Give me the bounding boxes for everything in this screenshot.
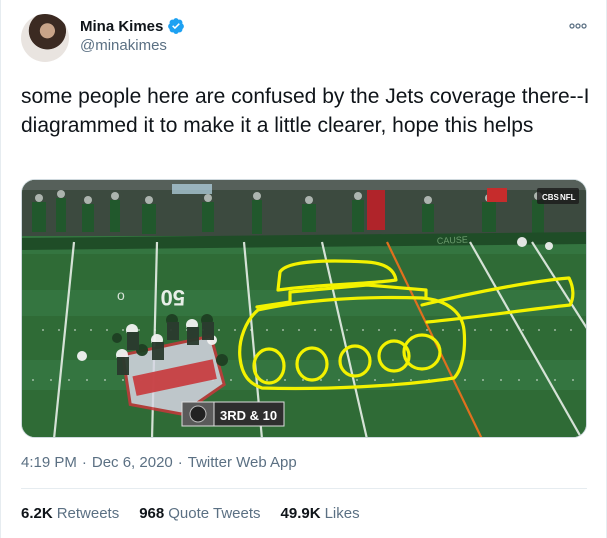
likes-stat[interactable]: 49.9K Likes [281,505,360,522]
likes-count: 49.9K [280,505,321,522]
tweet-source[interactable]: Twitter Web App [188,454,297,471]
meta-separator: · [81,454,87,471]
tweet-stats: 6.2K Retweets 968 Quote Tweets 49.9K Lik… [21,505,360,522]
tweet-time[interactable]: 4:19 PM [21,454,77,471]
scoreboard-logo: NFL [560,193,576,202]
network-logo: CBS NFL [537,188,579,204]
author-name-row: Mina Kimes [80,15,185,37]
likes-label: Likes [324,505,360,522]
retweets-stat[interactable]: 6.2K Retweets [21,505,119,522]
author-handle[interactable]: @minakimes [80,37,167,54]
football-field [22,236,586,437]
divider [21,488,587,489]
tweet-date[interactable]: Dec 6, 2020 [92,454,173,471]
down-distance: 3RD & 10 [220,408,277,423]
tweet-text: some people here are confused by the Jet… [21,85,590,137]
tweet-meta: 4:19 PM · Dec 6, 2020 · Twitter Web App [21,454,297,471]
down-distance-graphic: 3RD & 10 [181,401,285,427]
avatar[interactable] [21,14,69,62]
retweets-count: 6.2K [21,505,53,522]
field-lettering: CAUSE [437,234,468,246]
meta-separator: · [177,454,183,471]
more-options-icon[interactable] [566,18,590,34]
verified-badge-icon [167,17,185,35]
tweet-card: Mina Kimes @minakimes some people here a… [0,0,607,538]
quote-tweets-label: Quote Tweets [168,505,261,522]
network-name: CBS [542,193,560,202]
quote-tweets-stat[interactable]: 968 Quote Tweets [139,505,260,522]
svg-text:o: o [117,287,125,303]
display-name[interactable]: Mina Kimes [80,18,163,35]
quote-tweets-count: 968 [139,505,165,522]
tweet-media-image[interactable]: CAUSE 50 o CBS NFL 3RD & 10 [21,179,587,438]
yard-marker: 50 [161,285,185,310]
retweets-label: Retweets [56,505,120,522]
